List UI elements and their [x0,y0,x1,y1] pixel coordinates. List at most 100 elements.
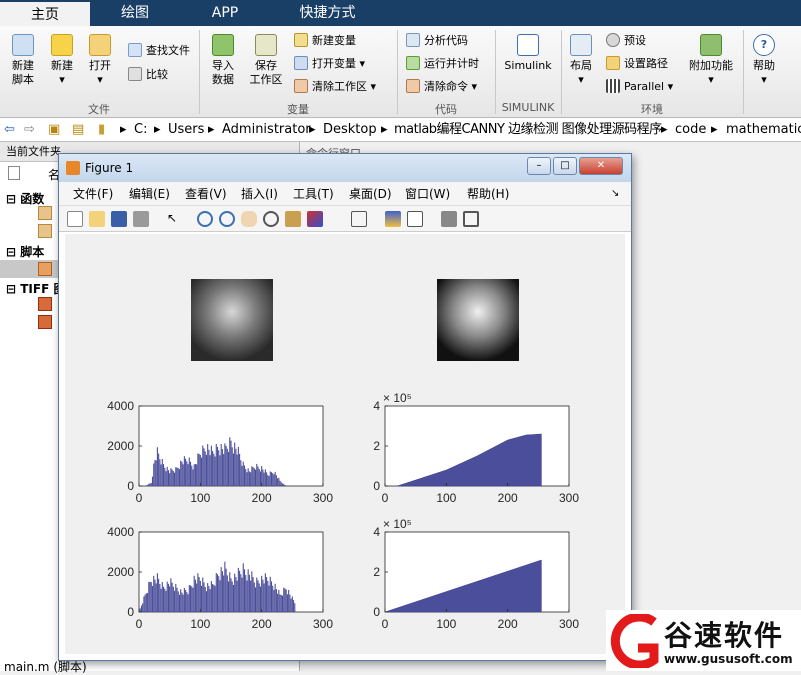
x-tick-label: 300 [559,491,579,505]
analyze-code-button[interactable]: 分析代码 [406,32,468,50]
zoom-in-icon[interactable] [197,211,213,227]
minimize-button[interactable]: – [527,157,551,175]
rotate-3d-icon[interactable] [263,211,279,227]
plot-area: 0200040000 100 200 300× 10⁵0240 100 200 300020… [107,279,579,631]
tab-home[interactable]: 主页 [0,0,90,26]
y-tick-label: 2 [373,439,380,453]
save-workspace-button[interactable]: 保存 工作区 [246,34,286,87]
breadcrumb-item[interactable]: Administrator [222,118,311,141]
new-variable-icon [294,33,308,47]
link-plot-icon[interactable] [351,211,367,227]
analyze-code-icon [406,33,420,47]
x-tick-label: 0 [136,491,143,505]
new-script-button[interactable]: 新建 脚本 [4,34,42,87]
clear-commands-button[interactable]: 清除命令 ▾ [406,78,477,96]
compare-button[interactable]: 比较 [128,66,168,84]
legend-icon[interactable] [407,211,423,227]
back-arrow-icon[interactable]: ⇦ [4,118,15,141]
equalized-image [437,279,519,361]
import-data-button[interactable]: 导入 数据 [204,34,242,87]
menu-window[interactable]: 窗口(W) [405,182,450,206]
clear-commands-icon [406,79,420,93]
menu-dock-arrow-icon[interactable]: ↘ [611,182,619,206]
menu-desktop[interactable]: 桌面(D) [349,182,392,206]
find-files-icon [128,43,142,57]
addons-icon [700,34,722,56]
up-folder-icon[interactable]: ▣ [48,118,60,141]
colorbar-icon[interactable] [385,211,401,227]
preferences-button[interactable]: 预设 [606,32,646,50]
brush-icon[interactable] [307,211,323,227]
new-script-icon [12,34,34,56]
dock-figure-icon[interactable] [463,211,479,227]
help-button[interactable]: ? 帮助 ▾ [748,34,780,87]
menu-help[interactable]: 帮助(H) [467,182,509,206]
tab-plots[interactable]: 绘图 [90,0,180,26]
maximize-button[interactable]: □ [553,157,577,175]
menu-view[interactable]: 查看(V) [185,182,227,206]
clear-workspace-button[interactable]: 清除工作区 ▾ [294,78,376,96]
open-label: 打开 [89,59,111,72]
y-tick-label: 4000 [107,525,134,539]
parallel-icon [606,79,620,93]
new-script-label: 新建 脚本 [12,59,34,86]
menu-tools[interactable]: 工具(T) [293,182,334,206]
new-figure-icon[interactable] [67,211,83,227]
find-files-button[interactable]: 查找文件 [128,42,190,60]
addons-button[interactable]: 附加功能 ▾ [686,34,736,87]
y-tick-label: 0 [373,605,380,619]
tab-shortcuts[interactable]: 快捷方式 [270,0,385,26]
layout-label: 布局 [570,59,592,72]
original-image [191,279,273,361]
watermark-logo: 谷速软件 www.gususoft.com [606,610,801,671]
y-tick-label: 4 [373,399,380,413]
close-button[interactable]: ✕ [579,157,623,175]
group-simulink-label: SIMULINK [501,101,555,114]
group-file-label: 文件 [88,103,110,116]
data-cursor-icon[interactable] [285,211,301,227]
x-tick-label: 200 [498,491,518,505]
y-tick-label: 0 [127,605,134,619]
menu-file[interactable]: 文件(F) [73,182,113,206]
breadcrumb-item[interactable]: Users [168,118,204,141]
open-file-icon[interactable] [89,211,105,227]
image-file-icon [38,315,52,329]
x-tick-label: 300 [313,617,333,631]
parallel-button[interactable]: Parallel ▾ [606,78,673,96]
breadcrumb-item[interactable]: mathematica [726,118,801,141]
layout-button[interactable]: 布局 ▾ [566,34,596,87]
browse-folder-icon[interactable]: ▤ [72,118,84,141]
breadcrumb-item[interactable]: matlab编程CANNY 边缘检测 图像处理源码程序 [394,118,662,141]
script-file-icon [38,262,52,276]
new-button[interactable]: 新建 ▾ [46,34,78,87]
breadcrumb-item[interactable]: Desktop [323,118,377,141]
menu-edit[interactable]: 编辑(E) [129,182,170,206]
plus-icon [51,34,73,56]
menu-insert[interactable]: 插入(I) [241,182,278,206]
open-variable-icon [294,56,308,70]
x-tick-label: 100 [436,617,456,631]
section-functions: 函数 [20,192,45,206]
run-time-button[interactable]: 运行并计时 [406,55,479,73]
set-path-button[interactable]: 设置路径 [606,55,668,73]
print-icon[interactable] [133,211,149,227]
y-tick-label: 2 [373,565,380,579]
simulink-icon [517,34,539,56]
new-variable-button[interactable]: 新建变量 [294,32,356,50]
breadcrumb-item[interactable]: code [675,118,706,141]
run-time-icon [406,56,420,70]
watermark-url: www.gususoft.com [664,652,793,666]
zoom-out-icon[interactable] [219,211,235,227]
tab-apps[interactable]: APP [180,0,270,26]
open-variable-button[interactable]: 打开变量 ▾ [294,55,365,73]
y-exponent-label: × 10⁵ [383,517,412,531]
save-icon[interactable] [111,211,127,227]
figure-title: Figure 1 [85,161,134,175]
simulink-button[interactable]: Simulink [500,34,556,73]
pointer-icon[interactable]: ↖ [167,211,177,227]
hide-tools-icon[interactable] [441,211,457,227]
breadcrumb-item[interactable]: C: [134,118,147,141]
forward-arrow-icon[interactable]: ⇨ [24,118,35,141]
open-button[interactable]: 打开 ▾ [84,34,116,87]
pan-hand-icon[interactable] [241,211,257,227]
